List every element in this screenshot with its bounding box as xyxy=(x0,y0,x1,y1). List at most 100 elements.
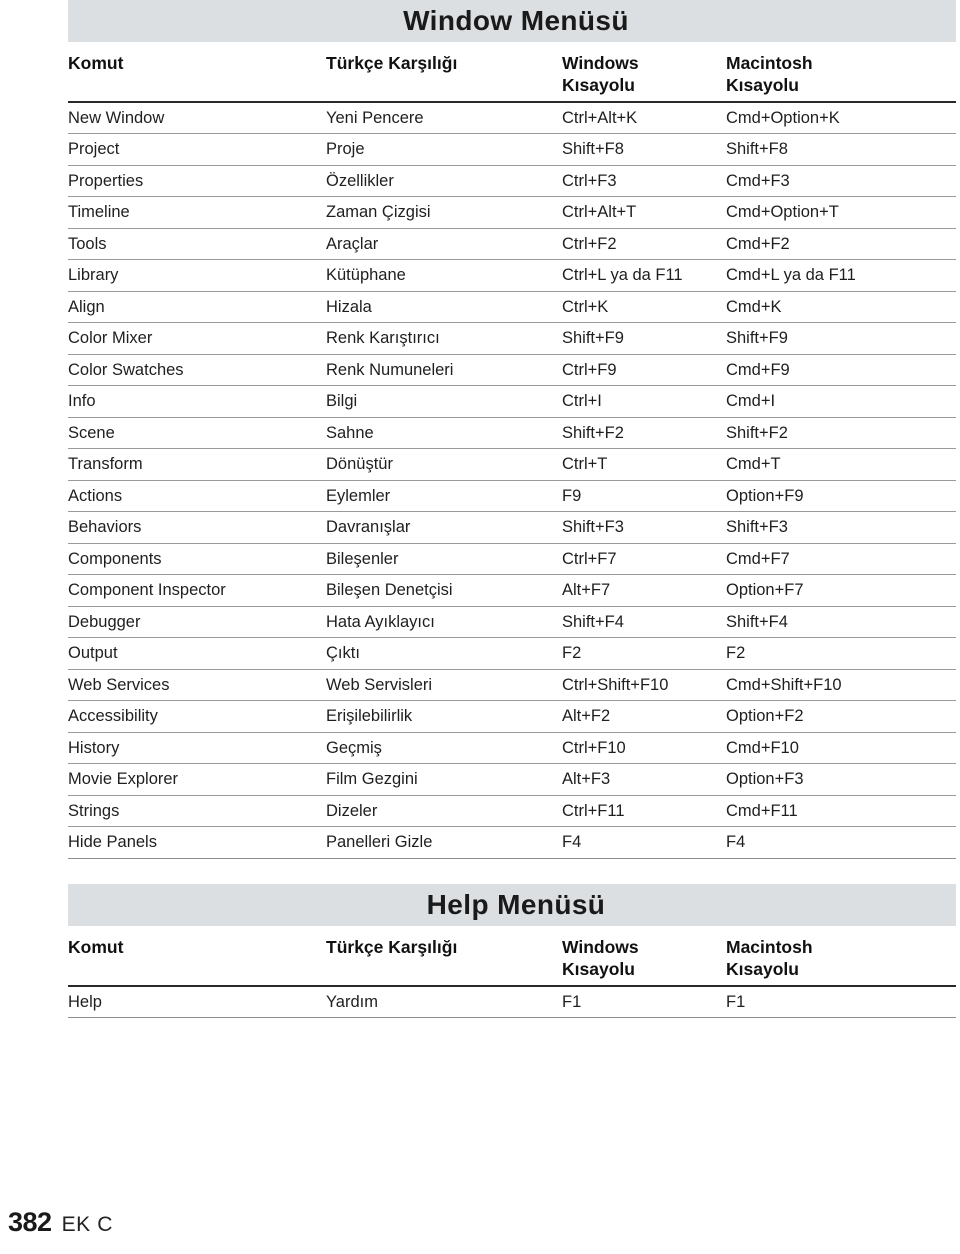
cell-turkish: Yeni Pencere xyxy=(326,101,562,135)
cell-macintosh-shortcut: Cmd+F3 xyxy=(726,165,956,198)
cell-windows-shortcut: Ctrl+F10 xyxy=(562,732,726,765)
cell-turkish: Araçlar xyxy=(326,228,562,261)
section-title: Window Menüsü xyxy=(403,5,629,36)
cell-macintosh-shortcut: Shift+F3 xyxy=(726,511,956,544)
cell-command: Behaviors xyxy=(68,511,326,544)
cell-windows-shortcut: Ctrl+F9 xyxy=(562,354,726,387)
table-header: Komut Türkçe Karşılığı Windows Kısayolu … xyxy=(68,42,956,103)
table-row: Actions Eylemler F9 Option+F9 xyxy=(68,480,956,513)
cell-macintosh-shortcut: Shift+F8 xyxy=(726,133,956,166)
cell-turkish: Bileşen Denetçisi xyxy=(326,574,562,607)
cell-macintosh-shortcut: Cmd+F7 xyxy=(726,543,956,576)
cell-macintosh-shortcut: Cmd+K xyxy=(726,291,956,324)
cell-windows-shortcut: Shift+F4 xyxy=(562,606,726,639)
cell-windows-shortcut: Ctrl+Alt+T xyxy=(562,196,726,229)
table-row: Debugger Hata Ayıklayıcı Shift+F4 Shift+… xyxy=(68,606,956,639)
cell-turkish: Erişilebilirlik xyxy=(326,700,562,733)
table-row: Tools Araçlar Ctrl+F2 Cmd+F2 xyxy=(68,228,956,261)
cell-turkish: Çıktı xyxy=(326,637,562,670)
cell-turkish: Dönüştür xyxy=(326,448,562,481)
cell-command: Strings xyxy=(68,795,326,828)
cell-command: Color Mixer xyxy=(68,322,326,355)
table-row: Project Proje Shift+F8 Shift+F8 xyxy=(68,133,956,166)
cell-macintosh-shortcut: Option+F2 xyxy=(726,700,956,733)
table-row: Accessibility Erişilebilirlik Alt+F2 Opt… xyxy=(68,700,956,733)
cell-command: Timeline xyxy=(68,196,326,229)
cell-turkish: Film Gezgini xyxy=(326,763,562,796)
cell-macintosh-shortcut: F4 xyxy=(726,826,956,859)
table-row: New Window Yeni Pencere Ctrl+Alt+K Cmd+O… xyxy=(68,101,956,135)
cell-windows-shortcut: F1 xyxy=(562,985,726,1019)
cell-command: Help xyxy=(68,985,326,1019)
column-header-windows-shortcut: Windows Kısayolu xyxy=(562,42,726,103)
document-page: Window Menüsü Komut Türkçe Karşılığı Win… xyxy=(0,0,960,1254)
cell-macintosh-shortcut: Cmd+F9 xyxy=(726,354,956,387)
cell-command: Output xyxy=(68,637,326,670)
cell-turkish: Yardım xyxy=(326,985,562,1019)
cell-macintosh-shortcut: Cmd+I xyxy=(726,385,956,418)
table-row: Component Inspector Bileşen Denetçisi Al… xyxy=(68,574,956,607)
table-row: Align Hizala Ctrl+K Cmd+K xyxy=(68,291,956,324)
table-header-row: Komut Türkçe Karşılığı Windows Kısayolu … xyxy=(68,42,956,103)
column-header-windows-shortcut: Windows Kısayolu xyxy=(562,926,726,987)
cell-windows-shortcut: Shift+F3 xyxy=(562,511,726,544)
cell-windows-shortcut: Shift+F2 xyxy=(562,417,726,450)
cell-macintosh-shortcut: F2 xyxy=(726,637,956,670)
cell-windows-shortcut: Alt+F2 xyxy=(562,700,726,733)
cell-macintosh-shortcut: Shift+F2 xyxy=(726,417,956,450)
cell-turkish: Web Servisleri xyxy=(326,669,562,702)
section-title-band: Window Menüsü xyxy=(68,0,956,42)
cell-command: History xyxy=(68,732,326,765)
cell-windows-shortcut: Alt+F7 xyxy=(562,574,726,607)
cell-windows-shortcut: Ctrl+F3 xyxy=(562,165,726,198)
table-row: Output Çıktı F2 F2 xyxy=(68,637,956,670)
table-row: Web Services Web Servisleri Ctrl+Shift+F… xyxy=(68,669,956,702)
cell-turkish: Panelleri Gizle xyxy=(326,826,562,859)
cell-windows-shortcut: Ctrl+T xyxy=(562,448,726,481)
cell-macintosh-shortcut: Cmd+Shift+F10 xyxy=(726,669,956,702)
cell-command: Align xyxy=(68,291,326,324)
table-body: Help Yardım F1 F1 xyxy=(68,985,956,1019)
cell-windows-shortcut: F9 xyxy=(562,480,726,513)
cell-command: Color Swatches xyxy=(68,354,326,387)
table-row: History Geçmiş Ctrl+F10 Cmd+F10 xyxy=(68,732,956,765)
table-body: New Window Yeni Pencere Ctrl+Alt+K Cmd+O… xyxy=(68,101,956,859)
cell-windows-shortcut: Alt+F3 xyxy=(562,763,726,796)
cell-command: Accessibility xyxy=(68,700,326,733)
cell-windows-shortcut: Ctrl+I xyxy=(562,385,726,418)
footer-label: EK C xyxy=(61,1213,113,1236)
table-header-row: Komut Türkçe Karşılığı Windows Kısayolu … xyxy=(68,926,956,987)
cell-windows-shortcut: Shift+F9 xyxy=(562,322,726,355)
table-row: Library Kütüphane Ctrl+L ya da F11 Cmd+L… xyxy=(68,259,956,292)
cell-windows-shortcut: Ctrl+Shift+F10 xyxy=(562,669,726,702)
cell-macintosh-shortcut: Cmd+F11 xyxy=(726,795,956,828)
cell-windows-shortcut: Shift+F8 xyxy=(562,133,726,166)
table-row: Properties Özellikler Ctrl+F3 Cmd+F3 xyxy=(68,165,956,198)
section-window-menu: Window Menüsü Komut Türkçe Karşılığı Win… xyxy=(68,0,956,859)
table-row: Hide Panels Panelleri Gizle F4 F4 xyxy=(68,826,956,859)
cell-windows-shortcut: Ctrl+F7 xyxy=(562,543,726,576)
table-row: Components Bileşenler Ctrl+F7 Cmd+F7 xyxy=(68,543,956,576)
cell-turkish: Geçmiş xyxy=(326,732,562,765)
cell-turkish: Özellikler xyxy=(326,165,562,198)
cell-turkish: Renk Karıştırıcı xyxy=(326,322,562,355)
table-row: Help Yardım F1 F1 xyxy=(68,985,956,1019)
section-title: Help Menüsü xyxy=(426,889,606,920)
table-row: Transform Dönüştür Ctrl+T Cmd+T xyxy=(68,448,956,481)
cell-macintosh-shortcut: Option+F7 xyxy=(726,574,956,607)
cell-turkish: Renk Numuneleri xyxy=(326,354,562,387)
table-row: Strings Dizeler Ctrl+F11 Cmd+F11 xyxy=(68,795,956,828)
page-number: 382 xyxy=(8,1207,52,1237)
cell-command: Info xyxy=(68,385,326,418)
cell-command: Component Inspector xyxy=(68,574,326,607)
page-footer: 382 EK C xyxy=(8,1207,113,1238)
cell-turkish: Dizeler xyxy=(326,795,562,828)
cell-macintosh-shortcut: Shift+F4 xyxy=(726,606,956,639)
cell-command: Transform xyxy=(68,448,326,481)
table-header: Komut Türkçe Karşılığı Windows Kısayolu … xyxy=(68,926,956,987)
table-row: Movie Explorer Film Gezgini Alt+F3 Optio… xyxy=(68,763,956,796)
cell-windows-shortcut: Ctrl+F11 xyxy=(562,795,726,828)
table-row: Color Mixer Renk Karıştırıcı Shift+F9 Sh… xyxy=(68,322,956,355)
table-row: Timeline Zaman Çizgisi Ctrl+Alt+T Cmd+Op… xyxy=(68,196,956,229)
cell-command: Components xyxy=(68,543,326,576)
